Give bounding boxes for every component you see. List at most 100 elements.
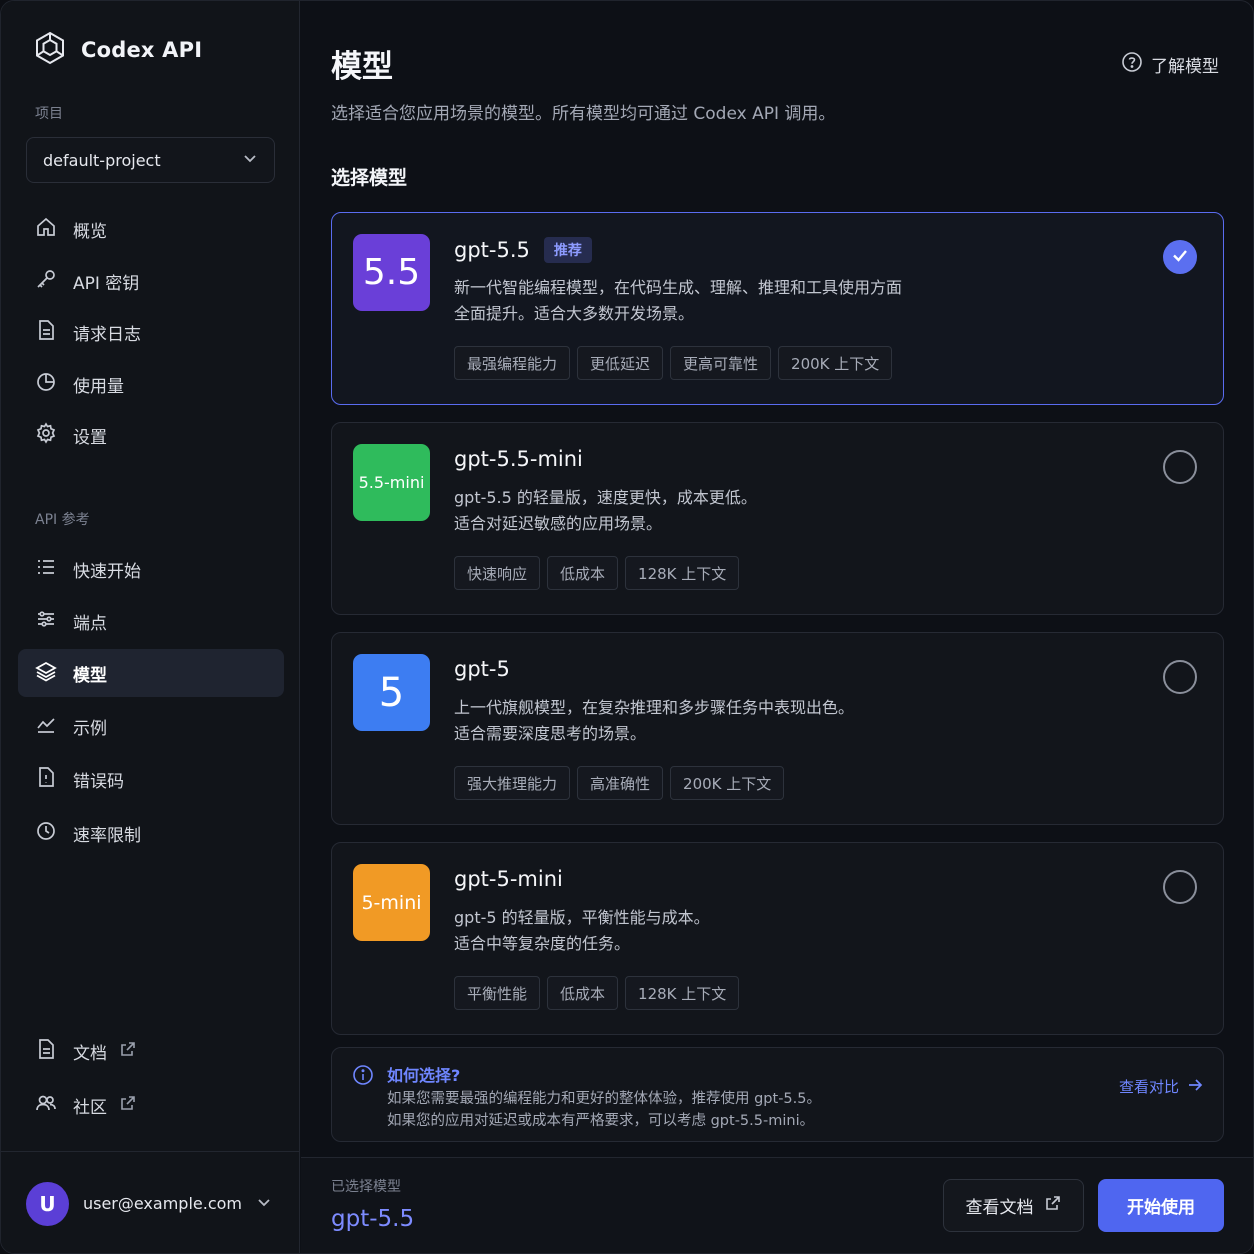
sidebar-item-error-codes[interactable]: 错误码 (18, 755, 284, 803)
model-card-gpt-5.5-mini[interactable]: 5.5-mini gpt-5.5-mini gpt-5.5 的轻量版，速度更快，… (331, 422, 1224, 615)
start-using-button[interactable]: 开始使用 (1098, 1179, 1224, 1232)
model-description: gpt-5.5 的轻量版，速度更快，成本更低。 适合对延迟敏感的应用场景。 (454, 485, 974, 537)
page-subtitle: 选择适合您应用场景的模型。所有模型均可通过 Codex API 调用。 (331, 104, 836, 124)
sidebar-item-label: 端点 (73, 613, 107, 634)
chevron-down-icon (256, 1194, 272, 1214)
view-docs-button[interactable]: 查看文档 (943, 1179, 1084, 1232)
sidebar: Codex API 项目 default-project 概览 API 密钥 请… (1, 1, 300, 1253)
chevron-down-icon (242, 150, 258, 170)
user-menu[interactable]: U user@example.com (1, 1151, 300, 1253)
tag: 平衡性能 (454, 976, 541, 1010)
sidebar-item-quickstart[interactable]: 快速开始 (18, 545, 284, 593)
sidebar-item-models[interactable]: 模型 (18, 649, 284, 697)
brand[interactable]: Codex API (33, 31, 202, 69)
model-badge: 5-mini (353, 864, 430, 941)
sidebar-item-settings[interactable]: 设置 (18, 411, 284, 459)
project-select[interactable]: default-project (26, 137, 275, 183)
learn-models-link[interactable]: 了解模型 (1121, 51, 1219, 78)
sidebar-item-label: 请求日志 (73, 324, 141, 345)
sidebar-item-endpoints[interactable]: 端点 (18, 597, 284, 645)
line-chart-icon (35, 713, 57, 740)
model-radio-selected[interactable] (1163, 240, 1197, 274)
sidebar-item-label: 社区 (73, 1097, 107, 1118)
footer-bar: 已选择模型 gpt-5.5 查看文档 开始使用 (301, 1157, 1253, 1253)
tag: 128K 上下文 (625, 556, 740, 590)
select-model-heading: 选择模型 (331, 167, 408, 189)
description-line: 适合对延迟敏感的应用场景。 (454, 514, 663, 533)
document-icon (35, 1038, 57, 1065)
main-content: 模型 了解模型 选择适合您应用场景的模型。所有模型均可通过 Codex API … (301, 1, 1253, 1253)
model-radio[interactable] (1163, 660, 1197, 694)
sidebar-item-api-keys[interactable]: API 密钥 (18, 257, 284, 305)
tag: 高准确性 (577, 766, 664, 800)
page-title: 模型 (331, 49, 393, 85)
check-icon (1171, 246, 1189, 268)
info-icon (352, 1064, 374, 1090)
users-icon (35, 1092, 57, 1119)
user-email: user@example.com (82, 1194, 242, 1213)
sidebar-item-usage[interactable]: 使用量 (18, 360, 284, 408)
model-badge: 5.5-mini (353, 444, 430, 521)
model-name: gpt-5.5 (454, 238, 530, 262)
sidebar-item-docs[interactable]: 文档 (18, 1027, 284, 1075)
tag: 200K 上下文 (778, 346, 893, 380)
list-icon (35, 556, 57, 583)
external-link-icon (121, 1094, 137, 1117)
tag: 128K 上下文 (625, 976, 740, 1010)
info-line: 如果您的应用对延迟或成本有严格要求，可以考虑 gpt-5.5-mini。 (387, 1113, 815, 1129)
model-card-gpt-5[interactable]: 5 gpt-5 上一代旗舰模型，在复杂推理和多步骤任务中表现出色。 适合需要深度… (331, 632, 1224, 825)
compare-label: 查看对比 (1118, 1078, 1179, 1096)
sidebar-item-label: 概览 (73, 221, 107, 242)
error-doc-icon (35, 766, 57, 793)
app-name: Codex API (81, 38, 203, 62)
arrow-right-icon (1187, 1077, 1203, 1097)
sidebar-item-request-logs[interactable]: 请求日志 (18, 308, 284, 356)
model-tags: 最强编程能力 更低延迟 更高可靠性 200K 上下文 (454, 346, 893, 380)
model-badge: 5 (353, 654, 430, 731)
description-line: gpt-5 的轻量版，平衡性能与成本。 (454, 908, 710, 927)
model-card-gpt-5.5[interactable]: 5.5 gpt-5.5 推荐 新一代智能编程模型，在代码生成、理解、推理和工具使… (331, 212, 1224, 405)
description-line: gpt-5.5 的轻量版，速度更快，成本更低。 (454, 488, 757, 507)
api-reference-label: API 参考 (35, 512, 90, 528)
description-line: 新一代智能编程模型，在代码生成、理解、推理和工具使用方面 (454, 278, 903, 297)
external-link-icon (1044, 1194, 1062, 1217)
selected-model-label: 已选择模型 (331, 1179, 401, 1195)
compare-link[interactable]: 查看对比 (1119, 1076, 1203, 1097)
sidebar-item-community[interactable]: 社区 (18, 1081, 284, 1129)
clock-icon (35, 820, 57, 847)
tag: 200K 上下文 (670, 766, 785, 800)
sliders-icon (35, 608, 57, 635)
sidebar-item-label: 模型 (73, 665, 107, 686)
sidebar-item-examples[interactable]: 示例 (18, 702, 284, 750)
model-tags: 平衡性能 低成本 128K 上下文 (454, 976, 740, 1010)
sidebar-item-label: 快速开始 (73, 561, 141, 582)
tag: 最强编程能力 (454, 346, 571, 380)
sidebar-item-label: 速率限制 (73, 825, 141, 846)
model-radio[interactable] (1163, 450, 1197, 484)
sidebar-item-label: 使用量 (73, 376, 124, 397)
sidebar-item-rate-limits[interactable]: 速率限制 (18, 809, 284, 857)
layers-icon (35, 660, 57, 687)
sidebar-item-label: 错误码 (73, 771, 124, 792)
project-value: default-project (43, 150, 161, 170)
sidebar-item-overview[interactable]: 概览 (18, 205, 284, 253)
description-line: 全面提升。适合大多数开发场景。 (454, 304, 695, 323)
model-radio[interactable] (1163, 870, 1197, 904)
info-line: 如果您需要最强的编程能力和更好的整体体验，推荐使用 gpt-5.5。 (387, 1091, 821, 1107)
model-description: 上一代旗舰模型，在复杂推理和多步骤任务中表现出色。 适合需要深度思考的场景。 (454, 695, 974, 747)
info-text: 如果您需要最强的编程能力和更好的整体体验，推荐使用 gpt-5.5。 如果您的应… (387, 1088, 821, 1132)
model-description: 新一代智能编程模型，在代码生成、理解、推理和工具使用方面 全面提升。适合大多数开… (454, 275, 974, 327)
sidebar-item-label: 示例 (73, 718, 107, 739)
model-badge: 5.5 (353, 234, 430, 311)
document-icon (35, 319, 57, 346)
description-line: 适合中等复杂度的任务。 (454, 934, 631, 953)
description-line: 上一代旗舰模型，在复杂推理和多步骤任务中表现出色。 (454, 698, 855, 717)
model-tags: 快速响应 低成本 128K 上下文 (454, 556, 740, 590)
tag: 更高可靠性 (670, 346, 772, 380)
model-tags: 强大推理能力 高准确性 200K 上下文 (454, 766, 785, 800)
gear-icon (35, 421, 57, 449)
selected-model-value: gpt-5.5 (331, 1206, 415, 1232)
tag: 低成本 (547, 976, 619, 1010)
external-link-icon (121, 1040, 137, 1063)
model-card-gpt-5-mini[interactable]: 5-mini gpt-5-mini gpt-5 的轻量版，平衡性能与成本。 适合… (331, 842, 1224, 1035)
